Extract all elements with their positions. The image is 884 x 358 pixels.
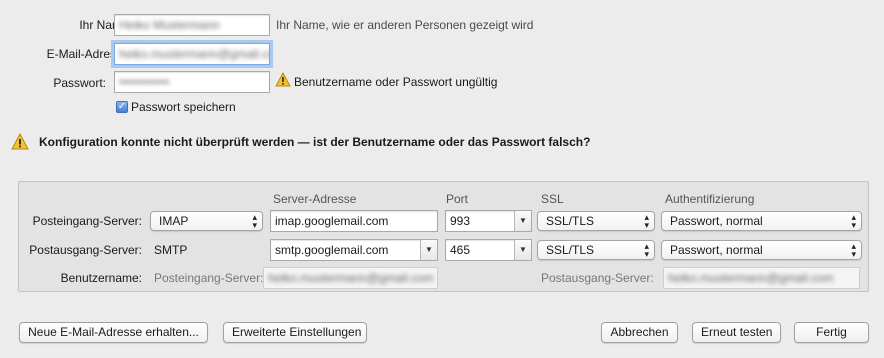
remember-password-checkbox[interactable]: ✓ <box>116 101 128 113</box>
done-button[interactable]: Fertig <box>794 322 869 343</box>
incoming-auth-select[interactable]: Passwort, normal ▴ ▾ <box>661 211 862 231</box>
updown-arrows-icon: ▴ ▾ <box>851 212 856 230</box>
config-warning-text: Konfiguration konnte nicht überprüft wer… <box>39 135 591 149</box>
outgoing-address-value: smtp.googlemail.com <box>275 243 389 257</box>
username-incoming-value: heiko.mustermann@gmail.com <box>268 271 434 285</box>
name-value: Heiko Mustermann <box>119 18 220 32</box>
cancel-button[interactable]: Abbrechen <box>601 322 678 343</box>
username-outgoing-label: Postausgang-Server: <box>541 271 654 285</box>
outgoing-auth-value: Passwort, normal <box>670 243 763 257</box>
outgoing-server-label: Postausgang-Server: <box>29 243 142 257</box>
email-value: heiko.mustermann@gmail.com <box>119 47 270 61</box>
username-label: Benutzername: <box>60 271 142 285</box>
outgoing-port-value: 465 <box>450 243 471 257</box>
username-incoming-input[interactable]: heiko.mustermann@gmail.com <box>263 267 438 289</box>
chevron-down-icon[interactable]: ▼ <box>514 240 531 260</box>
outgoing-auth-select[interactable]: Passwort, normal ▴ ▾ <box>661 240 862 260</box>
incoming-ssl-value: SSL/TLS <box>546 214 595 228</box>
email-input[interactable]: heiko.mustermann@gmail.com <box>114 43 270 65</box>
incoming-port-value: 993 <box>450 214 471 228</box>
name-input[interactable]: Heiko Mustermann <box>114 14 270 36</box>
column-header-address: Server-Adresse <box>273 192 357 206</box>
incoming-protocol-select[interactable]: IMAP ▴ ▾ <box>150 211 263 231</box>
incoming-protocol-value: IMAP <box>159 214 189 228</box>
warning-triangle-icon <box>275 72 291 87</box>
updown-arrows-icon: ▴ ▾ <box>252 212 257 230</box>
incoming-address-value: imap.googlemail.com <box>275 214 389 228</box>
chevron-down-icon[interactable]: ▼ <box>420 240 437 260</box>
warning-triangle-icon <box>11 133 29 150</box>
remember-password-label[interactable]: Passwort speichern <box>131 100 236 114</box>
name-hint: Ihr Name, wie er anderen Personen gezeig… <box>276 18 534 32</box>
column-header-ssl: SSL <box>541 192 564 206</box>
password-input[interactable]: •••••••••••• <box>114 71 270 93</box>
username-outgoing-input[interactable]: heiko.mustermann@gmail.com <box>663 267 860 289</box>
incoming-address-input[interactable]: imap.googlemail.com <box>270 210 438 232</box>
outgoing-ssl-select[interactable]: SSL/TLS ▴ ▾ <box>537 240 655 260</box>
incoming-ssl-select[interactable]: SSL/TLS ▴ ▾ <box>537 211 655 231</box>
password-label: Passwort: <box>53 76 106 90</box>
password-warning-text: Benutzername oder Passwort ungültig <box>294 75 498 89</box>
incoming-port-combo[interactable]: 993 ▼ <box>445 210 532 232</box>
retest-button[interactable]: Erneut testen <box>692 322 781 343</box>
column-header-auth: Authentifizierung <box>665 192 755 206</box>
username-incoming-label: Posteingang-Server: <box>154 271 264 285</box>
chevron-down-icon[interactable]: ▼ <box>514 211 531 231</box>
outgoing-address-combo[interactable]: smtp.googlemail.com ▼ <box>270 239 438 261</box>
updown-arrows-icon: ▴ ▾ <box>644 212 649 230</box>
username-outgoing-value: heiko.mustermann@gmail.com <box>668 271 834 285</box>
incoming-server-label: Posteingang-Server: <box>32 214 142 228</box>
updown-arrows-icon: ▴ ▾ <box>851 241 856 259</box>
new-address-button[interactable]: Neue E-Mail-Adresse erhalten... <box>19 322 208 343</box>
outgoing-port-combo[interactable]: 465 ▼ <box>445 239 532 261</box>
advanced-settings-button[interactable]: Erweiterte Einstellungen <box>223 322 367 343</box>
outgoing-protocol-value: SMTP <box>154 243 188 257</box>
incoming-auth-value: Passwort, normal <box>670 214 763 228</box>
outgoing-ssl-value: SSL/TLS <box>546 243 595 257</box>
column-header-port: Port <box>446 192 469 206</box>
password-value: •••••••••••• <box>119 75 170 89</box>
updown-arrows-icon: ▴ ▾ <box>644 241 649 259</box>
